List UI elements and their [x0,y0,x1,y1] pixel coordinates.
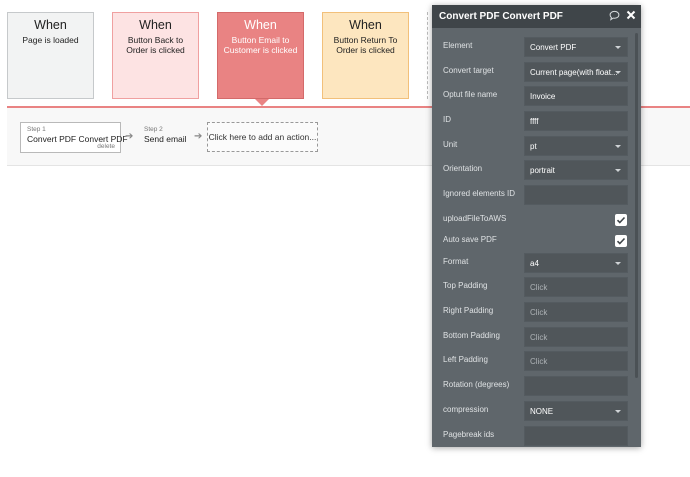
event-back-to-order[interactable]: When Button Back to Order is clicked [112,12,199,99]
auto-save-row: Auto save PDF [432,231,641,251]
ignored-elements-row: Ignored elements ID [432,185,641,205]
event-description: Button Email to Customer is clicked [223,35,298,55]
convert-target-row: Convert target Current page(with float..… [432,62,641,82]
format-value: a4 [530,259,539,268]
rotation-input[interactable] [524,376,628,396]
step-number: Step 2 [144,126,163,133]
convert-target-value: Current page(with float... [530,68,618,77]
compression-dropdown[interactable]: NONE [524,401,628,421]
pagebreak-input[interactable] [524,426,628,446]
arrow-right-icon: ➔ [125,131,134,142]
event-return-to-order[interactable]: When Button Return To Order is clicked [322,12,409,99]
property-panel: Convert PDF Convert PDF Element Convert … [432,5,641,447]
chevron-down-icon [615,410,621,413]
unit-dropdown[interactable]: pt [524,136,628,156]
pagebreak-row: Pagebreak ids [432,426,641,446]
id-label: ID [443,115,451,124]
right-padding-input[interactable]: Click [524,302,628,322]
compression-row: compression NONE [432,401,641,421]
top-padding-row: Top Padding Click [432,277,641,297]
step-number: Step 1 [27,126,46,133]
top-padding-label: Top Padding [443,281,488,290]
orientation-label: Orientation [443,164,483,173]
right-padding-row: Right Padding Click [432,302,641,322]
convert-target-dropdown[interactable]: Current page(with float... [524,62,628,82]
left-padding-row: Left Padding Click [432,351,641,371]
compression-value: NONE [530,407,554,416]
ignored-elements-label: Ignored elements ID [443,189,516,198]
event-email-customer[interactable]: When Button Email to Customer is clicked [217,12,304,99]
orientation-value: portrait [530,166,555,175]
event-description: Button Return To Order is clicked [333,35,398,55]
active-event-pointer [255,99,269,106]
element-value: Convert PDF [530,43,577,52]
output-name-row: Optut file name Invoice [432,86,641,106]
upload-aws-label: uploadFileToAWS [443,214,507,223]
upload-aws-checkbox[interactable] [615,214,627,226]
output-name-label: Optut file name [443,90,498,99]
panel-header: Convert PDF Convert PDF [432,5,641,28]
bottom-padding-input[interactable]: Click [524,327,628,347]
format-dropdown[interactable]: a4 [524,253,628,273]
delete-step-link[interactable]: delete [97,143,115,150]
checkmark-icon [616,216,626,224]
close-icon[interactable] [626,10,636,21]
event-when-label: When [139,18,172,32]
output-name-input[interactable]: Invoice [524,86,628,106]
right-padding-label: Right Padding [443,306,494,315]
compression-label: compression [443,405,489,414]
convert-target-label: Convert target [443,66,494,75]
element-dropdown[interactable]: Convert PDF [524,37,628,57]
upload-aws-row: uploadFileToAWS [432,210,641,230]
step-title: Send email [144,134,187,144]
comment-icon[interactable] [609,10,620,21]
top-padding-input[interactable]: Click [524,277,628,297]
workflow-step-2[interactable]: Step 2 Send email [143,124,193,148]
event-description: Page is loaded [22,35,79,45]
auto-save-checkbox[interactable] [615,235,627,247]
checkmark-icon [616,237,626,245]
add-event-placeholder[interactable] [427,12,431,99]
chevron-down-icon [615,145,621,148]
orientation-dropdown[interactable]: portrait [524,160,628,180]
auto-save-label: Auto save PDF [443,235,497,244]
rotation-label: Rotation (degrees) [443,380,510,389]
rotation-row: Rotation (degrees) [432,376,641,396]
element-row: Element Convert PDF [432,37,641,57]
panel-title: Convert PDF Convert PDF [439,11,563,22]
chevron-down-icon [615,71,621,74]
id-input[interactable]: ffff [524,111,628,131]
format-row: Format a4 [432,253,641,273]
bottom-padding-label: Bottom Padding [443,331,500,340]
left-padding-label: Left Padding [443,355,488,364]
chevron-down-icon [615,46,621,49]
ignored-elements-input[interactable] [524,185,628,205]
workflow-step-1[interactable]: Step 1 Convert PDF Convert PDF delete [20,122,128,153]
id-row: ID ffff [432,111,641,131]
event-when-label: When [244,18,277,32]
unit-value: pt [530,142,537,151]
add-action-button[interactable]: Click here to add an action... [207,122,318,152]
element-label: Element [443,41,473,50]
chevron-down-icon [615,262,621,265]
left-padding-input[interactable]: Click [524,351,628,371]
event-description: Button Back to Order is clicked [126,35,185,55]
chevron-down-icon [615,169,621,172]
pagebreak-label: Pagebreak ids [443,430,495,439]
unit-label: Unit [443,140,458,149]
event-page-loaded[interactable]: When Page is loaded [7,12,94,99]
format-label: Format [443,257,469,266]
arrow-right-icon: ➔ [194,131,203,142]
event-when-label: When [34,18,67,32]
bottom-padding-row: Bottom Padding Click [432,327,641,347]
event-when-label: When [349,18,382,32]
orientation-row: Orientation portrait [432,160,641,180]
unit-row: Unit pt [432,136,641,156]
